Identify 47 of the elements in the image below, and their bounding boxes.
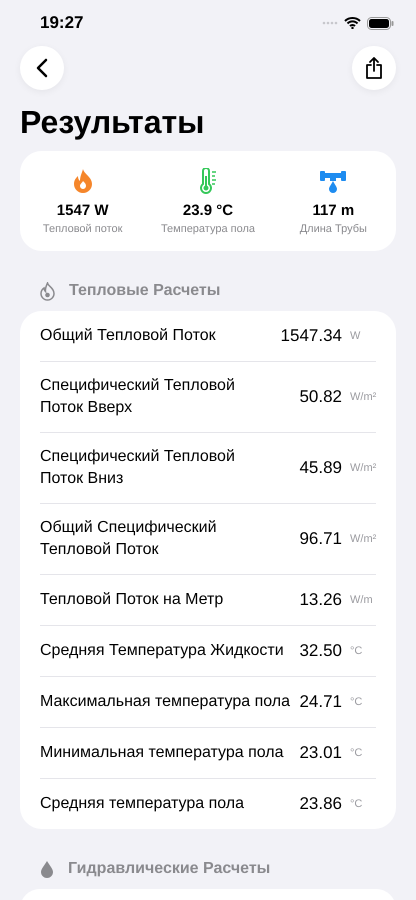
- share-button[interactable]: [352, 46, 396, 90]
- summary-value: 117 m: [312, 202, 354, 218]
- result-unit: °C: [350, 696, 364, 708]
- result-value: 96.71: [299, 529, 342, 549]
- result-unit: °C: [350, 798, 364, 810]
- share-icon: [364, 56, 384, 80]
- result-label: Общий Тепловой Поток: [40, 326, 217, 346]
- signal-icon: [322, 21, 338, 25]
- result-value: 24.71: [299, 692, 342, 712]
- result-label: Общий Специфический Тепловой Поток: [40, 518, 218, 560]
- result-label: Тепловой Поток на Метр: [40, 590, 224, 610]
- summary-label: Длина Трубы: [300, 222, 367, 234]
- summary-value: 1547 W: [56, 202, 108, 218]
- drop-icon: [40, 860, 54, 878]
- result-value: 13.26: [299, 590, 342, 610]
- result-value: 32.50: [299, 641, 342, 661]
- result-value: 50.82: [299, 387, 342, 407]
- result-unit: W/m²: [350, 533, 376, 545]
- result-label: Специфический Тепловой Поток Вверх: [40, 376, 236, 418]
- page-title: Результаты: [20, 104, 206, 141]
- result-value: 1547.34: [280, 326, 342, 346]
- flame-icon: [40, 282, 55, 300]
- battery-icon: [367, 16, 394, 30]
- summary-label: Тепловой поток: [42, 222, 122, 234]
- result-label: Специфический Тепловой Поток Вниз: [40, 447, 236, 489]
- result-unit: °C: [350, 645, 364, 657]
- back-button[interactable]: [20, 46, 64, 90]
- result-label: Минимальная температура пола: [40, 743, 285, 763]
- result-label: Максимальная температура пола: [40, 692, 292, 712]
- result-unit: W: [350, 330, 362, 342]
- result-value: 23.86: [299, 794, 342, 814]
- result-unit: °C: [350, 747, 364, 759]
- result-unit: W/m: [350, 594, 374, 606]
- result-unit: W/m²: [350, 391, 376, 403]
- result-label: Средняя Температура Жидкости: [40, 641, 285, 661]
- summary-label: Температура пола: [160, 222, 256, 234]
- result-value: 45.89: [299, 458, 342, 478]
- flame-icon: [72, 168, 94, 194]
- section-title: Гидравлические Расчеты: [68, 860, 270, 878]
- result-value: 23.01: [299, 743, 342, 763]
- summary-value: 23.9 °C: [182, 202, 234, 218]
- result-unit: W/m²: [350, 462, 376, 474]
- wifi-icon: [344, 17, 361, 29]
- result-label: Средняя температура пола: [40, 794, 246, 814]
- chevron-left-icon: [36, 58, 48, 78]
- status-time: 19:27: [40, 13, 84, 33]
- section-title: Тепловые Расчеты: [69, 282, 220, 300]
